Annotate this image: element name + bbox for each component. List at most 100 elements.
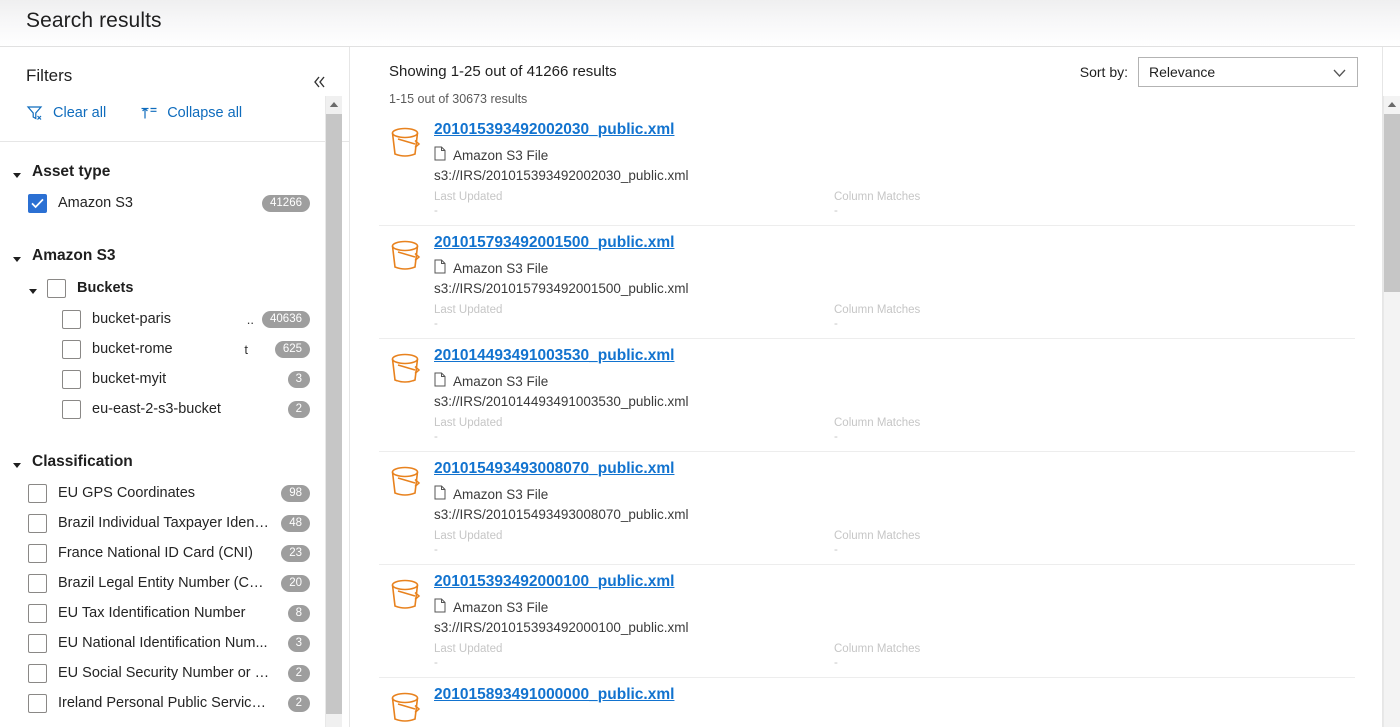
result-item-name[interactable]: 201015893491000000_public.xml [434, 686, 674, 704]
result-item-type-label: Amazon S3 File [453, 260, 549, 276]
last-updated-value: - [434, 657, 438, 669]
filter-item-count: 3 [287, 370, 310, 388]
filter-list: Asset type Amazon S3 41266 Amazon S3 Buc… [0, 142, 325, 727]
result-item-name[interactable]: 201015393492002030_public.xml [434, 121, 674, 139]
checkbox-unchecked[interactable] [28, 513, 47, 533]
filter-item-eu-east-2-s3-bucket[interactable]: eu-east-2-s3-bucket 2 [0, 394, 318, 424]
result-item-name[interactable]: 201015493493008070_public.xml [434, 460, 674, 478]
filter-item-label: EU Tax Identification Number [58, 605, 246, 621]
sort-by-value: Relevance [1149, 64, 1216, 80]
checkbox-unchecked[interactable] [62, 339, 81, 359]
clear-all-button[interactable]: Clear all [26, 105, 106, 121]
filter-group-title: Amazon S3 [32, 247, 116, 264]
results-scrollbar[interactable] [1383, 96, 1400, 727]
filter-item-label: Brazil Legal Entity Number (CN... [58, 575, 270, 591]
filter-item-count: 23 [281, 544, 310, 562]
filter-item-bucket-myit[interactable]: bucket-myit 3 [0, 364, 318, 394]
filter-item-label: bucket-rome [92, 341, 173, 357]
column-matches-label: Column Matches [834, 643, 921, 655]
last-updated-label: Last Updated [434, 304, 503, 316]
filter-item-label: EU National Identification Num... [58, 635, 268, 651]
last-updated-label: Last Updated [434, 643, 503, 655]
column-matches-label: Column Matches [834, 304, 921, 316]
filter-item-eu-tax-identification-number[interactable]: EU Tax Identification Number 8 [0, 598, 318, 628]
search-results-page: Search results Filters Clear all Collaps… [0, 0, 1400, 727]
checkbox-unchecked[interactable] [62, 369, 81, 389]
checkbox-unchecked[interactable] [28, 573, 47, 593]
checkbox-unchecked[interactable] [28, 483, 47, 503]
filter-item-count: 2 [287, 694, 310, 712]
file-icon [434, 259, 446, 277]
result-item[interactable]: 201015493493008070_public.xml Amazon S3 … [379, 452, 1355, 565]
checkbox-unchecked[interactable] [62, 399, 81, 419]
results-subcount: 1-15 out of 30673 results [389, 92, 528, 106]
filter-item-eu-social-security-number[interactable]: EU Social Security Number or E... 2 [0, 658, 318, 688]
result-item[interactable]: 201015893491000000_public.xml [379, 678, 1355, 727]
sidebar-scrollbar[interactable] [325, 96, 342, 727]
filter-item-label: eu-east-2-s3-bucket [92, 401, 221, 417]
sort-by-control: Sort by: Relevance [1080, 57, 1358, 87]
collapse-all-button[interactable]: Collapse all [140, 105, 242, 121]
filter-subgroup-buckets[interactable]: Buckets [0, 272, 325, 304]
chevron-double-left-icon[interactable] [307, 69, 333, 95]
result-item[interactable]: 201015793492001500_public.xml Amazon S3 … [379, 226, 1355, 339]
column-matches-label: Column Matches [834, 417, 921, 429]
checkbox-unchecked[interactable] [28, 663, 47, 683]
last-updated-value: - [434, 544, 438, 556]
file-icon [434, 598, 446, 616]
filter-item-label: EU GPS Coordinates [58, 485, 196, 501]
result-item-type: Amazon S3 File [434, 485, 548, 503]
filter-item-truncation: .. [246, 311, 254, 327]
collapse-all-icon [140, 105, 158, 121]
result-item-name[interactable]: 201015793492001500_public.xml [434, 234, 674, 252]
filter-item-label: EU Social Security Number or E... [58, 665, 270, 681]
filter-item-ireland-personal-public-service[interactable]: Ireland Personal Public Service (... 2 [0, 688, 318, 718]
results-scrollbar-thumb[interactable] [1384, 114, 1400, 292]
scroll-up-arrow-icon[interactable] [1384, 96, 1400, 113]
checkbox-checked[interactable] [28, 193, 47, 213]
filter-item-france-national-id-card[interactable]: France National ID Card (CNI) 23 [0, 538, 318, 568]
s3-bucket-icon [385, 349, 425, 389]
filter-item-eu-national-identification-number[interactable]: EU National Identification Num... 3 [0, 628, 318, 658]
checkbox-unchecked[interactable] [62, 309, 81, 329]
filter-group-header-asset-type[interactable]: Asset type [0, 156, 325, 188]
checkbox-unchecked[interactable] [28, 603, 47, 623]
filter-item-amazon-s3[interactable]: Amazon S3 41266 [0, 188, 318, 218]
checkbox-unchecked[interactable] [28, 543, 47, 563]
filter-item-brazil-individual-taxpayer[interactable]: Brazil Individual Taxpayer Identi... 48 [0, 508, 318, 538]
column-matches-value: - [834, 657, 838, 669]
filter-group-title: Classification [32, 453, 133, 470]
filter-item-count: 3 [287, 634, 310, 652]
page-header: Search results [0, 0, 1400, 47]
last-updated-label: Last Updated [434, 191, 503, 203]
filter-group-header-amazon-s3[interactable]: Amazon S3 [0, 240, 325, 272]
s3-bucket-icon [385, 688, 425, 727]
result-item[interactable]: 201014493491003530_public.xml Amazon S3 … [379, 339, 1355, 452]
filter-item-count: 48 [281, 514, 310, 532]
filter-item-count: 40636 [262, 310, 310, 328]
scroll-up-arrow-icon[interactable] [326, 96, 342, 113]
filter-item-label: Ireland Personal Public Service (... [58, 695, 270, 711]
checkbox-unchecked[interactable] [28, 693, 47, 713]
filter-item-label: Brazil Individual Taxpayer Identi... [58, 515, 270, 531]
filter-item-eu-gps-coordinates[interactable]: EU GPS Coordinates 98 [0, 478, 318, 508]
sort-by-label: Sort by: [1079, 64, 1128, 80]
result-item[interactable]: 201015393492000100_public.xml Amazon S3 … [379, 565, 1355, 678]
result-item-name[interactable]: 201015393492000100_public.xml [434, 573, 674, 591]
filter-item-label: bucket-paris [92, 311, 171, 327]
result-item[interactable]: 201015393492002030_public.xml Amazon S3 … [379, 113, 1355, 226]
filter-group-header-classification[interactable]: Classification [0, 446, 325, 478]
filter-group-asset-type: Asset type Amazon S3 41266 [0, 156, 325, 218]
result-item-type-label: Amazon S3 File [453, 599, 549, 615]
last-updated-value: - [434, 318, 438, 330]
filter-item-bucket-paris[interactable]: bucket-paris .. 40636 [0, 304, 318, 334]
sidebar-scrollbar-thumb[interactable] [326, 114, 342, 714]
checkbox-unchecked[interactable] [28, 633, 47, 653]
last-updated-label: Last Updated [434, 417, 503, 429]
checkbox-unchecked[interactable] [47, 278, 66, 298]
sort-by-select[interactable]: Relevance [1138, 57, 1358, 87]
filter-item-bucket-rome[interactable]: bucket-rome t 625 [0, 334, 318, 364]
result-item-type-label: Amazon S3 File [453, 486, 549, 502]
result-item-name[interactable]: 201014493491003530_public.xml [434, 347, 674, 365]
filter-item-brazil-legal-entity-number[interactable]: Brazil Legal Entity Number (CN... 20 [0, 568, 318, 598]
